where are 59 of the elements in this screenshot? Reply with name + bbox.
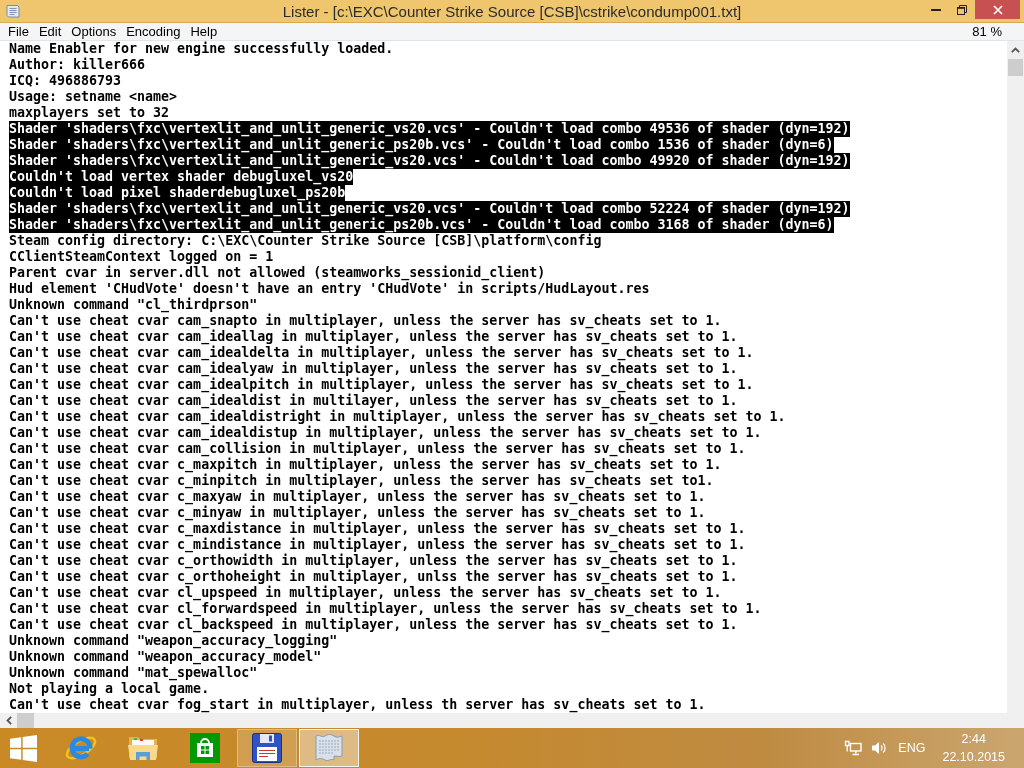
- menu-item[interactable]: Help: [185, 23, 223, 40]
- text-line: Name Enabler for new engine successfully loaded.: [9, 41, 394, 57]
- network-icon[interactable]: [844, 740, 863, 756]
- text-line: Can't use cheat cvar cl_forwardspeed in multiplayer, unless the server has sv_cheats set to 1.: [9, 601, 762, 617]
- text-line: Can't use cheat cvar c_minyaw in multiplayer, unless the server has sv_cheats set to 1.: [9, 505, 706, 521]
- text-line: Can't use cheat cvar c_orthowidth in multiplayer, unless the server has sv_cheats set to 1.: [9, 553, 738, 569]
- text-line: Can't use cheat cvar c_maxdistance in multiplayer, unless the server has sv_cheats set to 1.: [9, 521, 746, 537]
- text-line: Unknown command "weapon_accuracy_logging": [9, 633, 338, 649]
- scrollbar-thumb[interactable]: [17, 713, 34, 728]
- text-line: Can't use cheat cvar cam_idealdist in multilayer, unless the server has sv_cheats set to 1.: [9, 393, 738, 409]
- text-line: Steam config directory: C:\EXC\Counter Strike Source [CSB]\platform\config: [9, 233, 602, 249]
- document-scroll-icon: [5, 3, 21, 19]
- menu-item[interactable]: Edit: [33, 23, 67, 40]
- text-line: Can't use cheat cvar fog_start in multiplayer, unless th server has sv_cheats set to 1.: [9, 697, 706, 713]
- text-line: Can't use cheat cvar cl_upspeed in multiplayer, unless the server has sv_cheats set to 1.: [9, 585, 722, 601]
- text-line: Can't use cheat cvar cam_idealdistright in multiplayer, unless the server has sv_cheats set to 1.: [9, 409, 786, 425]
- horizontal-scrollbar[interactable]: [0, 713, 1024, 728]
- menu-item[interactable]: File: [3, 23, 34, 40]
- text-line: Hud element 'CHudVote' doesn't have an entry 'CHudVote' in scripts/HudLayout.res: [9, 281, 650, 297]
- text-line: Can't use cheat cvar cam_collision in multiplayer, unless the server has sv_cheats set to 1.: [9, 441, 746, 457]
- text-line: Can't use cheat cvar c_minpitch in multiplayer, unless the server has sv_cheats set to1.: [9, 473, 714, 489]
- up-caret-icon: [1011, 46, 1020, 53]
- close-icon: [992, 4, 1003, 15]
- text-line: Can't use cheat cvar c_maxyaw in multiplayer, unless the server has sv_cheats set to 1.: [9, 489, 706, 505]
- left-caret-icon: [5, 716, 12, 725]
- taskbar-button[interactable]: [237, 729, 297, 767]
- text-line: Unknown command "mat_spewalloc": [9, 665, 258, 681]
- text-line: CClientSteamContext logged on = 1: [9, 249, 274, 265]
- text-line: maxplayers set to 32: [9, 105, 170, 121]
- text-line: Can't use cheat cvar cam_idealdelta in multiplayer, unless the server has sv_cheats set to 1.: [9, 345, 754, 361]
- text-line: Can't use cheat cvar cam_ideallag in multiplayer, unless the server has sv_cheats set to 1.: [9, 329, 738, 345]
- speaker-icon[interactable]: [871, 741, 888, 755]
- text-line: Parent cvar in server.dll not allowed (steamworks_sessionid_client): [9, 265, 546, 281]
- windows-logo-icon: [9, 734, 37, 762]
- text-line: Can't use cheat cvar c_maxpitch in multiplayer, unless the server has sv_cheats set to 1.: [9, 457, 722, 473]
- zoom-level: 81 %: [972, 24, 1002, 39]
- text-line: ICQ: 496886793: [9, 73, 122, 89]
- menu-item[interactable]: Encoding: [121, 23, 186, 40]
- text-line: Can't use cheat cvar cl_backspeed in multiplayer, unless the server has sv_cheats set to 1.: [9, 617, 738, 633]
- shopping-bag-icon: [190, 733, 220, 763]
- vertical-scrollbar[interactable]: [1007, 41, 1024, 713]
- text-line: Can't use cheat cvar cam_idealdistup in multiplayer, unless the server has sv_cheats set to 1.: [9, 425, 762, 441]
- text-line: Usage: setname <name>: [9, 89, 178, 105]
- menu-item[interactable]: Options: [66, 23, 122, 40]
- folder-icon: [127, 734, 159, 762]
- text-line: Unknown command "cl_thirdprson": [9, 297, 258, 313]
- text-line: Author: killer666: [9, 57, 146, 73]
- text-line: Can't use cheat cvar cam_idealyaw in multiplayer, unless the server has sv_cheats set to 1.: [9, 361, 738, 377]
- text-line: Can't use cheat cvar cam_idealpitch in multiplayer, unless the server has sv_cheats set to 1.: [9, 377, 754, 393]
- text-line: Not playing a local game.: [9, 681, 210, 697]
- text-line: Can't use cheat cvar c_orthoheight in multiplayer, unlss the server has sv_cheats set to 1.: [9, 569, 738, 585]
- restore-icon: [957, 4, 967, 15]
- text-line: Unknown command "weapon_accuracy_model": [9, 649, 322, 665]
- document-scroll-icon: [313, 733, 345, 763]
- minimize-icon: [931, 8, 941, 11]
- window-title: Lister - [c:\EXC\Counter Strike Source [CSB]\cstrike\condump001.txt]: [282, 2, 742, 20]
- text-line: Can't use cheat cvar c_mindistance in multiplayer, unless the server has sv_cheats set to 1.: [9, 537, 746, 553]
- text-line: Can't use cheat cvar cam_snapto in multiplayer, unless the server has sv_cheats set to 1.: [9, 313, 722, 329]
- scrollbar-thumb[interactable]: [1008, 59, 1023, 76]
